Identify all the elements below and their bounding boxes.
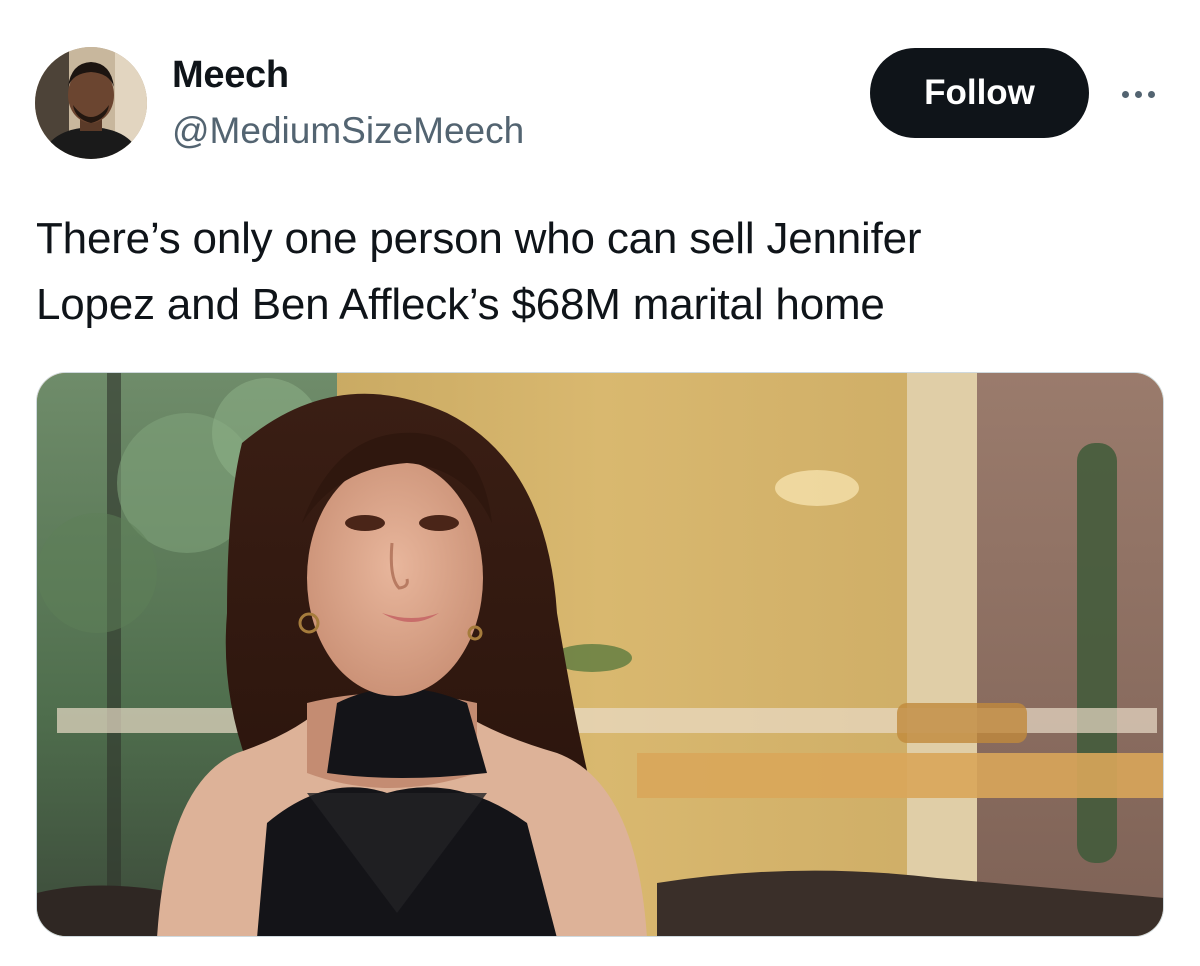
dot <box>1121 90 1129 98</box>
dot <box>1134 90 1142 98</box>
tweet-card: Meech @MediumSizeMeech Follow There’s on… <box>0 0 1200 966</box>
tweet-text-line: Lopez and Ben Affleck’s $68M marital hom… <box>36 280 885 329</box>
more-options-icon[interactable] <box>1112 70 1164 118</box>
media-photo <box>37 373 1163 936</box>
display-name[interactable]: Meech <box>172 52 289 98</box>
dot <box>1147 90 1155 98</box>
follow-button[interactable]: Follow <box>870 48 1089 138</box>
tweet-text: There’s only one person who can sell Jen… <box>36 206 1136 338</box>
user-handle[interactable]: @MediumSizeMeech <box>172 108 524 154</box>
tweet-text-line: There’s only one person who can sell Jen… <box>36 214 922 263</box>
tweet-media-image[interactable] <box>36 372 1164 937</box>
avatar[interactable] <box>35 47 147 159</box>
avatar-photo <box>35 47 147 159</box>
